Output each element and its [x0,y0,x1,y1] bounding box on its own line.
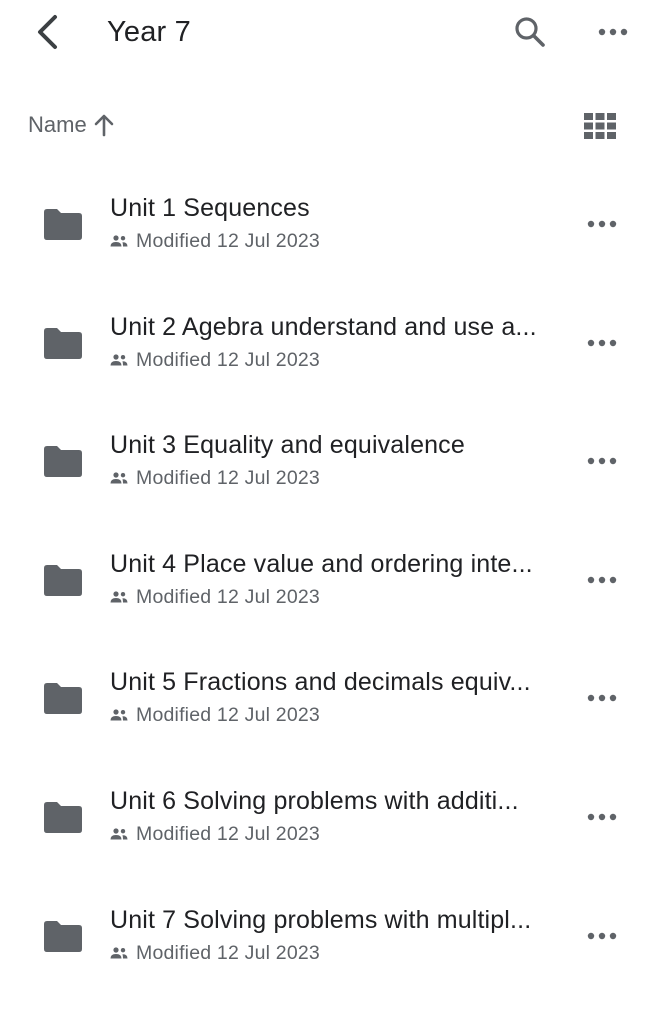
folder-icon [44,920,82,952]
folder-row[interactable]: Unit 2 Agebra understand and use a... Mo… [0,285,660,404]
more-horizontal-icon [587,339,617,346]
shared-people-icon [110,235,128,247]
folder-icon [44,209,82,240]
shared-people-icon [110,472,128,484]
page-title: Year 7 [107,16,191,48]
search-icon [515,17,545,47]
arrow-up-icon [94,114,113,137]
folder-row[interactable]: Unit 1 Sequences Modified 12 Jul 2023 [0,166,660,285]
folder-name: Unit 4 Place value and ordering inte... [110,549,533,578]
more-horizontal-icon [587,932,617,939]
more-horizontal-icon [587,576,617,583]
folder-name: Unit 2 Agebra understand and use a... [110,312,537,341]
folder-text: Unit 7 Solving problems with multipl... … [110,904,572,966]
chevron-left-icon [38,15,57,49]
folder-row[interactable]: Unit 4 Place value and ordering inte... … [0,522,660,641]
sort-label: Name [28,112,87,137]
folder-row[interactable]: Unit 6 Solving problems with additi... M… [0,759,660,878]
more-horizontal-icon [587,220,617,228]
folder-text: Unit 1 Sequences Modified 12 Jul 2023 [110,192,572,254]
folder-meta: Modified 12 Jul 2023 [110,940,572,966]
folder-meta: Modified 12 Jul 2023 [110,584,572,610]
folder-meta: Modified 12 Jul 2023 [110,465,572,491]
shared-people-icon [110,946,128,959]
folder-row[interactable]: Unit 5 Fractions and decimals equiv... M… [0,640,660,759]
top-app-bar: Year 7 [0,0,660,66]
more-horizontal-icon [587,457,617,465]
back-button[interactable] [26,10,70,54]
modified-date: Modified 12 Jul 2023 [136,230,320,252]
folder-text: Unit 4 Place value and ordering inte... … [110,548,572,610]
folder-name: Unit 1 Sequences [110,194,310,222]
folder-row[interactable]: Unit 3 Equality and equivalence Modified… [0,403,660,522]
folder-more-options-button[interactable] [582,323,622,363]
folder-more-options-button[interactable] [582,678,622,718]
folder-more-options-button[interactable] [582,204,622,244]
folder-more-options-button[interactable] [582,797,622,837]
more-horizontal-icon [587,695,617,702]
folder-meta: Modified 12 Jul 2023 [110,347,572,373]
more-horizontal-icon [587,813,617,821]
folder-meta: Modified 12 Jul 2023 [110,702,572,728]
folder-name: Unit 3 Equality and equivalence [110,431,465,460]
modified-date: Modified 12 Jul 2023 [136,585,320,608]
modified-date: Modified 12 Jul 2023 [136,822,320,845]
shared-people-icon [110,353,128,366]
sort-bar: Name [0,100,660,150]
folder-name: Unit 5 Fractions and decimals equiv... [110,668,531,697]
shared-people-icon [110,591,128,603]
folder-more-options-button[interactable] [582,560,622,600]
folder-icon [44,801,82,833]
folder-text: Unit 6 Solving problems with additi... M… [110,785,572,847]
sort-by-name-button[interactable]: Name [28,108,115,142]
search-button[interactable] [508,10,552,54]
folder-name: Unit 6 Solving problems with additi... [110,786,519,815]
folder-list: Unit 1 Sequences Modified 12 Jul 2023 Un… [0,166,660,996]
folder-icon [44,327,82,359]
modified-date: Modified 12 Jul 2023 [136,941,320,964]
folder-icon [44,446,82,478]
modified-date: Modified 12 Jul 2023 [136,348,320,371]
modified-date: Modified 12 Jul 2023 [136,704,320,727]
folder-text: Unit 2 Agebra understand and use a... Mo… [110,311,572,373]
folder-meta: Modified 12 Jul 2023 [110,821,572,847]
more-options-button[interactable] [590,10,636,54]
folder-more-options-button[interactable] [582,441,622,481]
folder-text: Unit 3 Equality and equivalence Modified… [110,429,572,491]
grid-view-icon [584,113,616,139]
folder-icon [44,564,82,596]
shared-people-icon [110,828,128,840]
folder-more-options-button[interactable] [582,916,622,956]
grid-view-button[interactable] [578,106,622,146]
modified-date: Modified 12 Jul 2023 [136,467,320,490]
more-horizontal-icon [598,28,628,36]
folder-name: Unit 7 Solving problems with multipl... [110,905,532,934]
folder-row[interactable]: Unit 7 Solving problems with multipl... … [0,878,660,997]
folder-icon [44,683,82,715]
shared-people-icon [110,709,128,721]
folder-meta: Modified 12 Jul 2023 [110,228,572,254]
folder-text: Unit 5 Fractions and decimals equiv... M… [110,666,572,728]
